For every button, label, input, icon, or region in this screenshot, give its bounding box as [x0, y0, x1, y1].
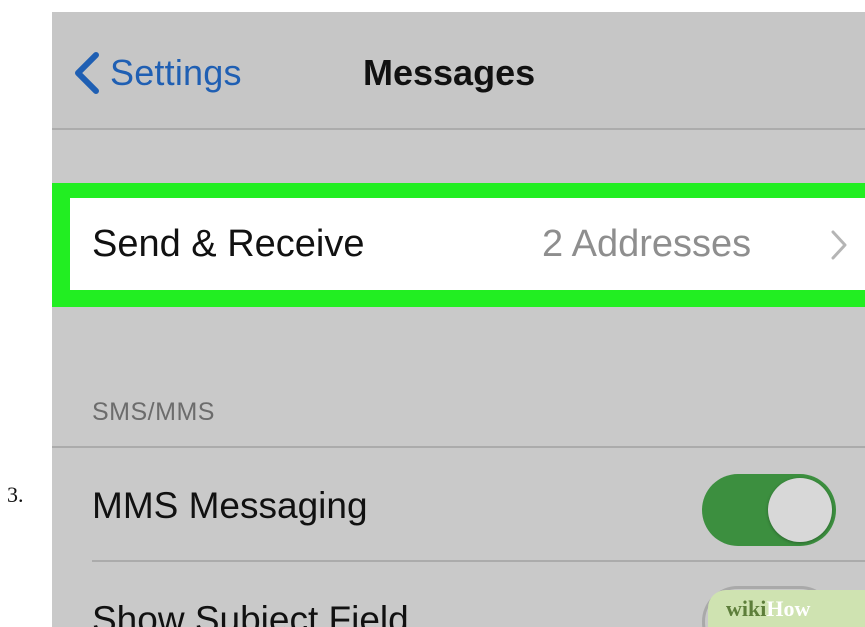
- navigation-bar: Settings Messages: [52, 12, 865, 130]
- section-header-sms-mms: SMS/MMS: [92, 398, 215, 426]
- mms-messaging-row: MMS Messaging: [52, 448, 865, 560]
- send-receive-label: Send & Receive: [92, 223, 365, 265]
- send-receive-row[interactable]: Send & Receive 2 Addresses: [70, 198, 865, 290]
- back-label: Settings: [110, 52, 242, 93]
- send-receive-value: 2 Addresses: [542, 223, 752, 265]
- chevron-left-icon: [75, 52, 99, 94]
- back-button[interactable]: Settings: [70, 50, 242, 96]
- watermark-how: How: [766, 595, 811, 621]
- wikihow-watermark: wiki How: [708, 590, 865, 627]
- toggle-knob: [768, 478, 832, 542]
- phone-screen: Settings Messages Send & Receive 2 Addre…: [52, 12, 865, 627]
- page-title: Messages: [363, 52, 536, 93]
- watermark-wiki: wiki: [726, 595, 767, 621]
- step-number: 3.: [7, 482, 24, 507]
- chevron-right-icon: [831, 230, 847, 260]
- show-subject-field-label: Show Subject Field: [92, 599, 409, 627]
- mms-messaging-label: MMS Messaging: [92, 485, 368, 526]
- mms-messaging-toggle[interactable]: [702, 474, 836, 546]
